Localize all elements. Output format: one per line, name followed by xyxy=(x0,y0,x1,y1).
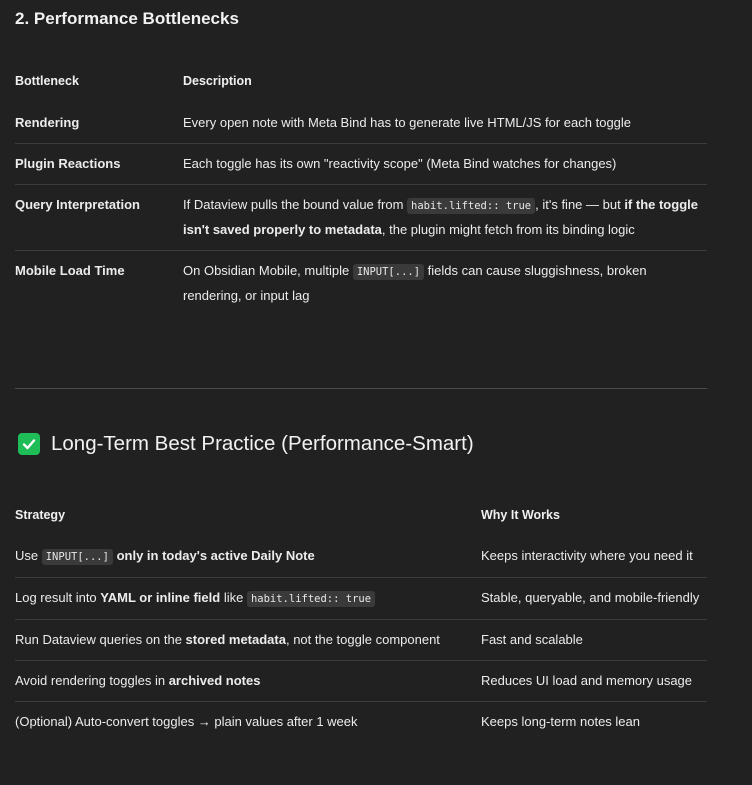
text-segment: Log result into xyxy=(15,590,101,605)
description-cell: Every open note with Meta Bind has to ge… xyxy=(183,103,707,144)
bold-text: YAML or inline field xyxy=(100,590,221,605)
strategy-cell: (Optional) Auto-convert toggles → plain … xyxy=(15,702,481,743)
strategy-cell: Use INPUT[...] only in today's active Da… xyxy=(15,536,481,578)
table-row: Run Dataview queries on the stored metad… xyxy=(15,620,707,661)
green-check-icon xyxy=(18,433,40,455)
column-header-description: Description xyxy=(183,74,252,88)
text-segment: On Obsidian Mobile, multiple xyxy=(183,263,353,278)
text-segment: Every open note with Meta Bind has to ge… xyxy=(183,115,632,130)
description-cell: On Obsidian Mobile, multiple INPUT[...] … xyxy=(183,251,707,317)
strategy-cell: Run Dataview queries on the stored metad… xyxy=(15,620,481,661)
why-it-works-cell: Fast and scalable xyxy=(481,632,583,647)
bold-text: archived notes xyxy=(168,673,261,688)
table-row: Query Interpretation If Dataview pulls th… xyxy=(15,185,707,251)
text-segment: like xyxy=(220,590,247,605)
column-header-why-it-works: Why It Works xyxy=(481,508,560,522)
bottlenecks-table: Bottleneck Description Rendering Every op… xyxy=(15,70,707,316)
bottleneck-cell: Plugin Reactions xyxy=(15,156,121,171)
inline-code: habit.lifted:: true xyxy=(246,591,376,607)
description-cell: If Dataview pulls the bound value from h… xyxy=(183,185,707,251)
table-row: Use INPUT[...] only in today's active Da… xyxy=(15,536,707,578)
table-row: Log result into YAML or inline field lik… xyxy=(15,578,707,620)
bottleneck-cell: Mobile Load Time xyxy=(15,263,125,278)
table-row: (Optional) Auto-convert toggles → plain … xyxy=(15,702,707,743)
text-segment: (Optional) Auto-convert toggles → plain … xyxy=(15,714,358,729)
strategy-cell: Log result into YAML or inline field lik… xyxy=(15,578,481,620)
text-segment: Run Dataview queries on the xyxy=(15,632,186,647)
text-segment: , it's fine — but xyxy=(535,197,625,212)
description-cell: Each toggle has its own "reactivity scop… xyxy=(183,144,707,185)
why-it-works-cell: Stable, queryable, and mobile-friendly xyxy=(481,590,700,605)
table-row: Rendering Every open note with Meta Bind … xyxy=(15,103,707,144)
table-row: Avoid rendering toggles in archived note… xyxy=(15,661,707,702)
text-segment: , not the toggle component xyxy=(285,632,440,647)
column-header-bottleneck: Bottleneck xyxy=(15,74,79,88)
inline-code: INPUT[...] xyxy=(41,549,113,565)
why-it-works-cell: Reduces UI load and memory usage xyxy=(481,673,693,688)
horizontal-divider xyxy=(15,388,707,389)
bottleneck-cell: Rendering xyxy=(15,115,80,130)
text-segment: Avoid rendering toggles in xyxy=(15,673,169,688)
text-segment: Use xyxy=(15,548,42,563)
bold-text: stored metadata xyxy=(185,632,286,647)
text-segment: If Dataview pulls the bound value from xyxy=(183,197,408,212)
table-header-row: Bottleneck Description xyxy=(15,70,707,103)
table-row: Mobile Load Time On Obsidian Mobile, mult… xyxy=(15,251,707,317)
best-practice-table: Strategy Why It Works Use INPUT[...] onl… xyxy=(15,504,707,742)
inline-code: habit.lifted:: true xyxy=(407,198,536,214)
inline-code: INPUT[...] xyxy=(352,264,425,280)
text-segment: Each toggle has its own "reactivity scop… xyxy=(183,156,617,171)
why-it-works-cell: Keeps interactivity where you need it xyxy=(481,548,693,563)
section-heading-best-practice: Long-Term Best Practice (Performance-Sma… xyxy=(18,432,474,456)
bold-text: only in today's active Daily Note xyxy=(116,548,315,563)
table-header-row: Strategy Why It Works xyxy=(15,504,707,536)
text-segment: , the plugin might fetch from its bindin… xyxy=(381,222,635,237)
why-it-works-cell: Keeps long-term notes lean xyxy=(481,714,640,729)
table-row: Plugin Reactions Each toggle has its own … xyxy=(15,144,707,185)
section-heading-performance-bottlenecks: 2. Performance Bottlenecks xyxy=(15,9,239,28)
strategy-cell: Avoid rendering toggles in archived note… xyxy=(15,661,481,702)
chat-message-content: 2. Performance Bottlenecks Bottleneck De… xyxy=(0,0,752,785)
bottleneck-cell: Query Interpretation xyxy=(15,197,140,212)
best-practice-heading-text: Long-Term Best Practice (Performance-Sma… xyxy=(51,432,474,455)
column-header-strategy: Strategy xyxy=(15,508,66,522)
